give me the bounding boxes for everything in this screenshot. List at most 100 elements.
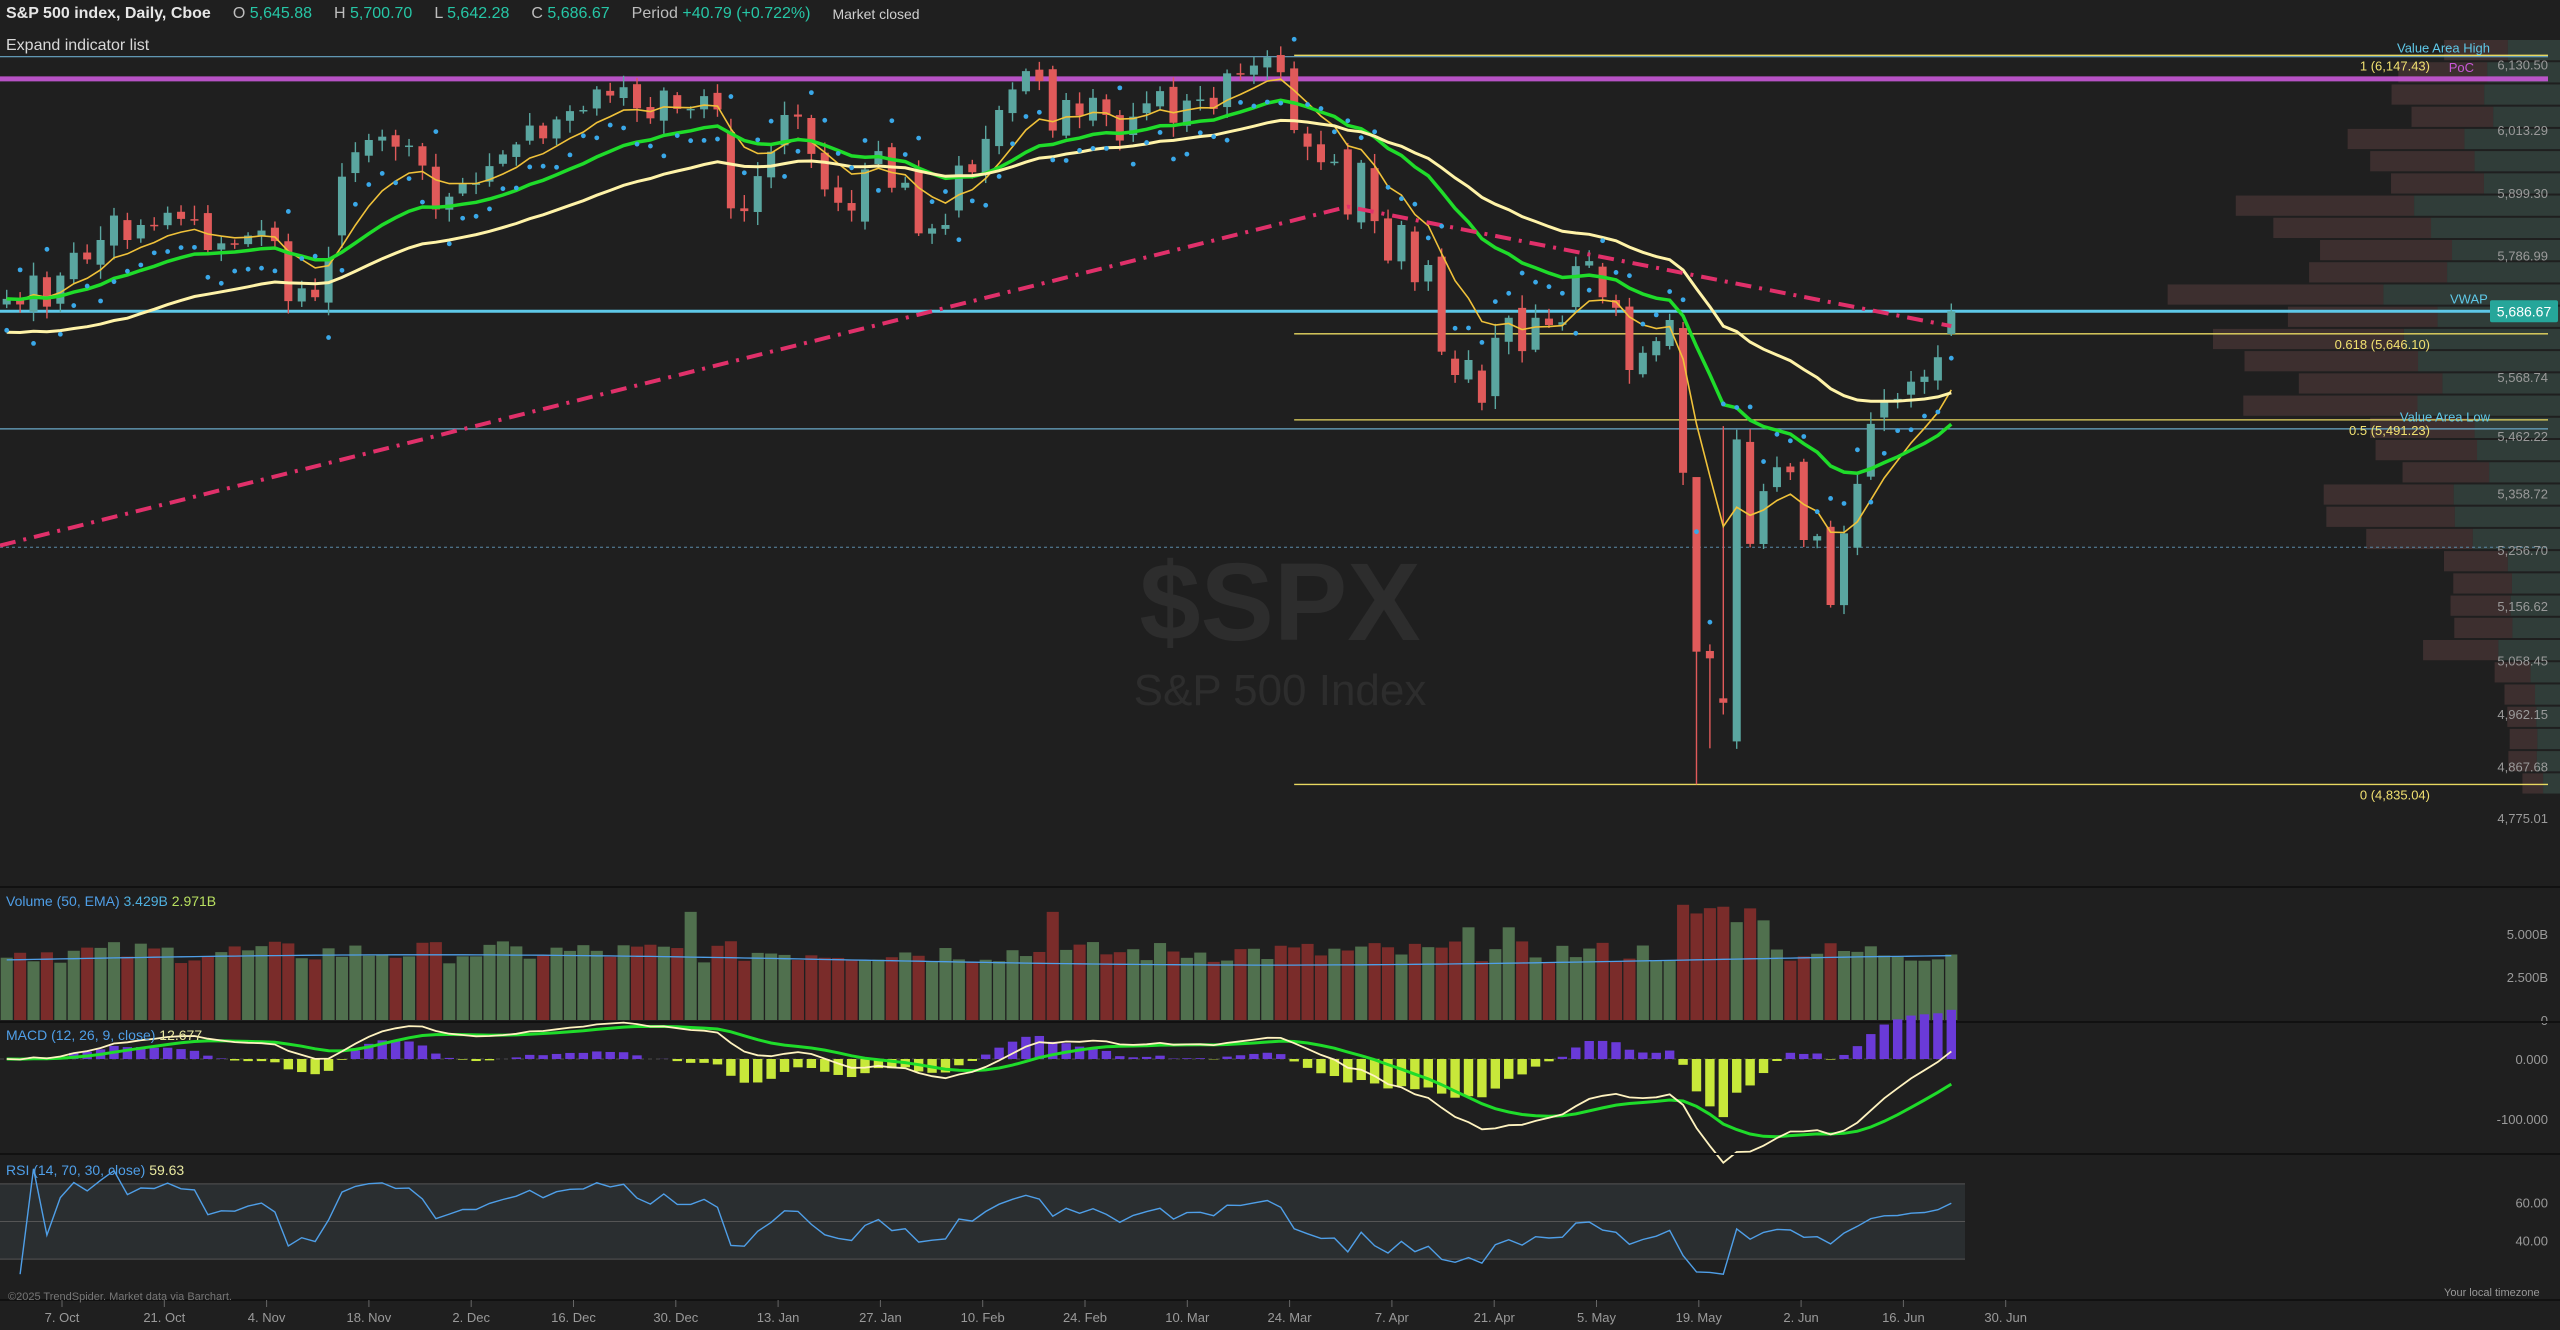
date-tick: 16. Jun xyxy=(1882,1310,1925,1325)
psar-dot xyxy=(1653,312,1659,318)
macd-hist-bar xyxy=(793,1059,803,1068)
macd-hist-bar xyxy=(1115,1056,1125,1059)
psar-dot xyxy=(1787,438,1793,444)
candle-body xyxy=(1384,218,1393,261)
macd-hist-bar xyxy=(431,1053,441,1059)
volume-bar xyxy=(1060,949,1073,1020)
price-chart[interactable]: $SPX S&P 500 Index 1 (6,147.43) 0.618 (5,… xyxy=(0,0,2560,1330)
profile-bar-up xyxy=(2414,195,2560,216)
profile-bar-down xyxy=(2507,706,2537,727)
candle-body xyxy=(1933,357,1942,381)
volume-bar xyxy=(1878,955,1891,1020)
profile-bar-up xyxy=(2484,84,2560,105)
volume-bar xyxy=(1033,951,1046,1020)
macd-hist-bar xyxy=(753,1059,763,1083)
macd-hist-bar xyxy=(1048,1041,1058,1059)
candle-body xyxy=(995,110,1004,147)
rsi-line xyxy=(19,1168,1952,1275)
psar-dot xyxy=(580,133,586,139)
candle-body xyxy=(1249,65,1258,75)
macd-hist-bar xyxy=(337,1059,347,1060)
rsi-pane: 60.00 40.00 xyxy=(0,1153,2560,1275)
psar-dot xyxy=(822,117,828,123)
expand-indicator-list-link[interactable]: Expand indicator list xyxy=(6,37,149,55)
date-tick: 5. May xyxy=(1577,1310,1617,1325)
candle-body xyxy=(16,299,25,305)
candle-body xyxy=(1866,423,1875,477)
candle-body xyxy=(874,151,883,165)
candle-body xyxy=(1772,467,1781,488)
rsi-band xyxy=(0,1183,1965,1260)
volume-bar xyxy=(1663,960,1676,1020)
psar-dot xyxy=(1264,99,1270,105)
macd-hist-bar xyxy=(1034,1035,1045,1059)
volume-bar xyxy=(1583,948,1596,1020)
psar-dot xyxy=(1023,114,1029,119)
candle-body xyxy=(1893,398,1902,402)
candle-body xyxy=(378,136,387,141)
candle-body xyxy=(1196,99,1205,101)
price-tick: 6,130.50 xyxy=(2497,58,2548,73)
candle-body xyxy=(1263,57,1272,68)
volume-bar xyxy=(1623,958,1636,1020)
volume-bar xyxy=(523,958,536,1020)
candle-body xyxy=(780,115,789,146)
candle-body xyxy=(56,275,65,304)
macd-hist-bar xyxy=(1624,1049,1635,1059)
candle-body xyxy=(1410,231,1419,283)
price-tick: 6,013.29 xyxy=(2497,123,2548,138)
macd-hist-bar xyxy=(1088,1047,1098,1059)
psar-dot xyxy=(1680,297,1686,303)
profile-bar-up xyxy=(2452,240,2560,261)
volume-bar xyxy=(362,955,375,1020)
market-status: Market closed xyxy=(832,6,920,22)
profile-bar-down xyxy=(2167,284,2384,305)
macd-hist-bar xyxy=(1302,1059,1313,1068)
candle-body xyxy=(1518,307,1527,352)
macd-hist-bar xyxy=(1906,1015,1916,1059)
candle-body xyxy=(257,230,266,236)
candle-body xyxy=(1008,89,1017,114)
candle-body xyxy=(928,228,937,234)
ema-slow-line xyxy=(6,118,1952,403)
moving-averages xyxy=(0,36,1954,625)
psar-dot xyxy=(1559,290,1565,296)
macd-hist-bar xyxy=(1571,1047,1581,1059)
candle-body xyxy=(1437,256,1446,352)
candle-body xyxy=(1907,381,1916,395)
macd-label[interactable]: MACD (12, 26, 9, close) 12.677 xyxy=(6,1027,202,1043)
macd-hist-bar xyxy=(1584,1041,1594,1059)
profile-bar-up xyxy=(2474,417,2560,438)
candle-body xyxy=(217,243,226,250)
psar-dot xyxy=(1050,157,1056,163)
volume-bar xyxy=(94,947,107,1020)
candle-body xyxy=(351,152,360,174)
candle-body xyxy=(592,89,601,109)
rsi-label[interactable]: RSI (14, 70, 30, close) 59.63 xyxy=(6,1162,184,1178)
profile-bar-up xyxy=(2431,217,2560,238)
macd-hist-bar xyxy=(1222,1056,1232,1059)
macd-hist-bar xyxy=(538,1055,548,1059)
volume-bar xyxy=(952,959,965,1020)
profile-bar-up xyxy=(2417,395,2560,416)
macd-hist-bar xyxy=(1825,1059,1836,1060)
macd-hist-bar xyxy=(1919,1014,1930,1059)
macd-hist-bar xyxy=(1933,1013,1943,1059)
candle-body xyxy=(1142,103,1151,114)
macd-hist-bar xyxy=(833,1059,843,1075)
date-tick: 4. Nov xyxy=(248,1310,286,1325)
volume-bar xyxy=(872,959,885,1020)
volume-bar xyxy=(1381,947,1395,1020)
volume-label[interactable]: Volume (50, EMA) 3.429B 2.971B xyxy=(6,893,216,909)
psar-dot xyxy=(473,213,479,219)
price-tick: 5,058.45 xyxy=(2497,653,2548,668)
profile-bar-down xyxy=(2370,151,2475,172)
macd-hist-bar xyxy=(216,1058,226,1059)
volume-bar xyxy=(805,955,818,1020)
candle-body xyxy=(391,135,400,147)
candle-body xyxy=(793,114,802,117)
volume-bar xyxy=(54,962,67,1020)
candle-body xyxy=(203,213,212,250)
macd-hist-bar xyxy=(1249,1053,1259,1059)
candle-body xyxy=(1129,116,1138,136)
